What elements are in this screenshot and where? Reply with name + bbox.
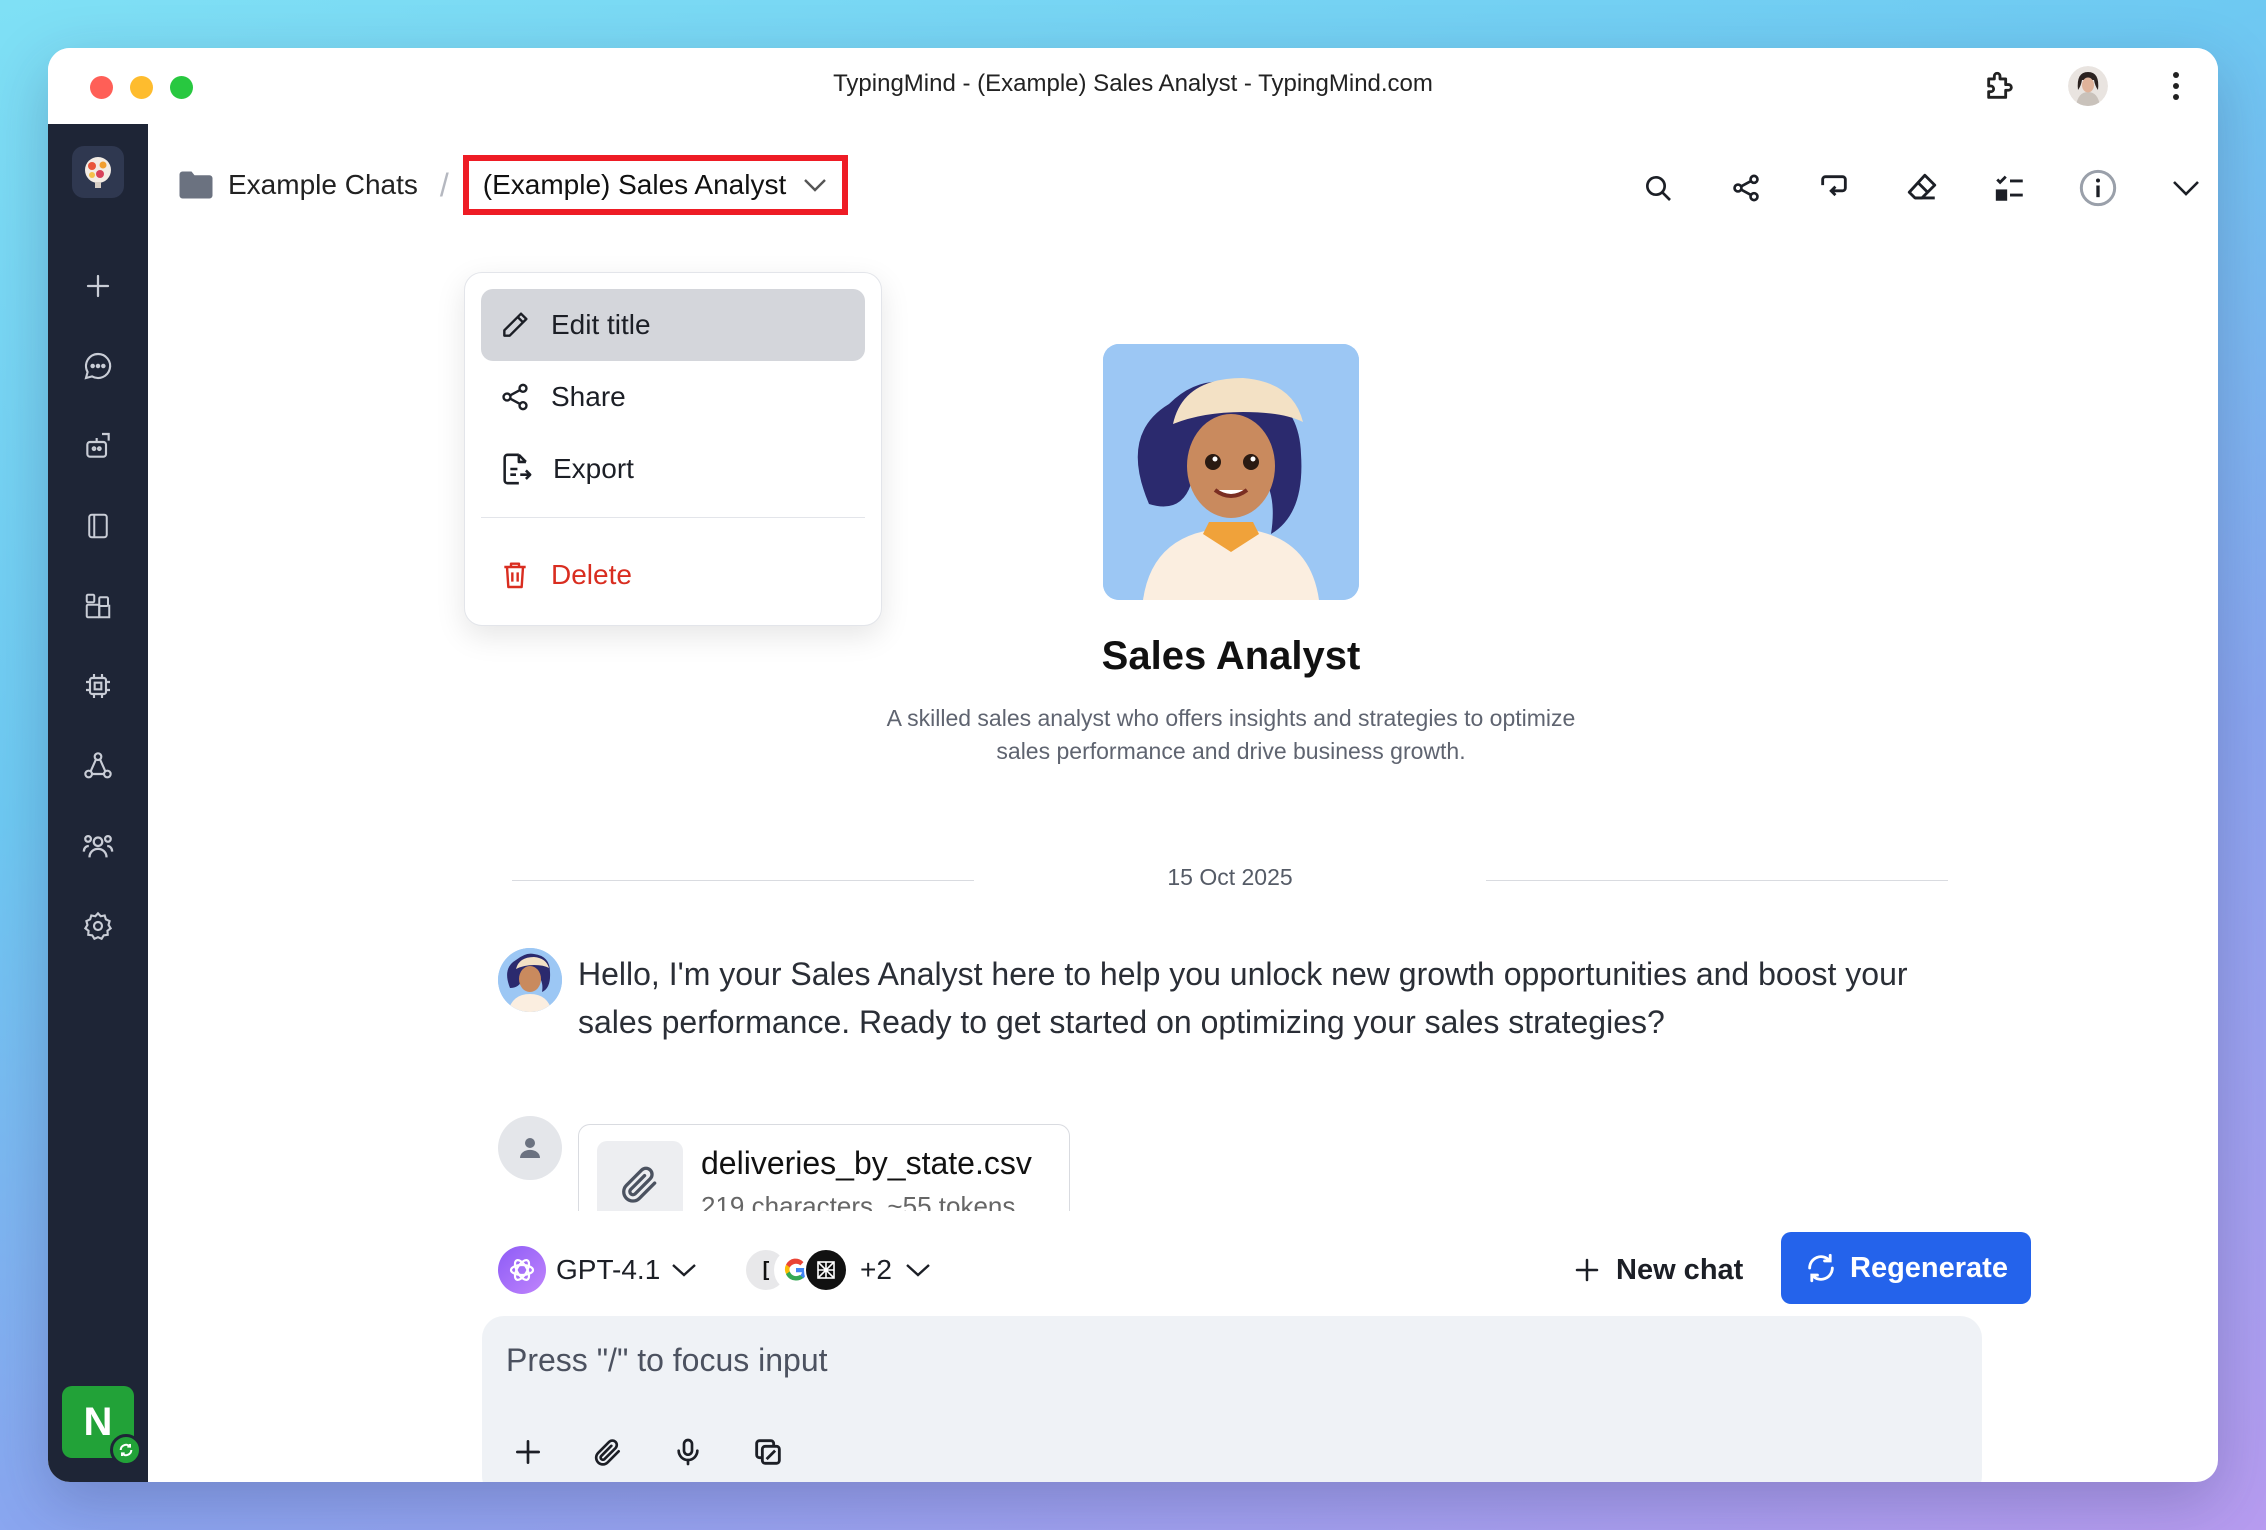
- menu-item-delete[interactable]: Delete: [481, 539, 865, 611]
- paperclip-icon: [597, 1141, 683, 1211]
- workspace-badge-letter: N: [83, 1399, 113, 1444]
- agent-description-line: A skilled sales analyst who offers insig…: [886, 705, 1576, 731]
- window-title: TypingMind - (Example) Sales Analyst - T…: [833, 70, 1433, 97]
- chat-title-label: (Example) Sales Analyst: [482, 169, 787, 200]
- app-logo[interactable]: [72, 146, 124, 198]
- divider-line: [1486, 880, 1948, 881]
- breadcrumb: Example Chats / (Example) Sales Analyst: [178, 155, 849, 215]
- prompt-library-icon[interactable]: [78, 506, 118, 546]
- chat-input-placeholder: Press "/" to focus input: [506, 1342, 828, 1378]
- breadcrumb-folder[interactable]: Example Chats: [178, 169, 418, 201]
- menu-item-share[interactable]: Share: [481, 361, 865, 433]
- search-icon[interactable]: [1634, 164, 1682, 212]
- models-chip-icon[interactable]: [78, 666, 118, 706]
- assistant-avatar: [498, 948, 562, 1012]
- new-chat-label: New chat: [1616, 1253, 1744, 1286]
- menu-item-label: Delete: [551, 559, 632, 590]
- chevron-down-icon: [906, 1264, 930, 1277]
- sidebar: N: [48, 124, 148, 1482]
- breadcrumb-separator: /: [439, 166, 449, 203]
- model-name: GPT-4.1: [556, 1254, 661, 1285]
- microphone-icon[interactable]: [664, 1428, 712, 1476]
- regenerate-button[interactable]: Regenerate: [1781, 1232, 2031, 1304]
- export-icon: [503, 453, 532, 485]
- extensions-icon[interactable]: [1980, 66, 2020, 106]
- agent-avatar-image: [1103, 344, 1359, 600]
- more-vertical-icon[interactable]: [2156, 66, 2196, 106]
- menu-item-label: Edit title: [551, 309, 651, 340]
- share-icon: [502, 383, 528, 411]
- settings-gear-icon[interactable]: [78, 906, 118, 946]
- folder-icon: [179, 171, 213, 199]
- chat-title-dropdown[interactable]: (Example) Sales Analyst: [462, 155, 849, 215]
- message-line: Hello, I'm your Sales Analyst here to he…: [578, 956, 1908, 992]
- agent-description: A skilled sales analyst who offers insig…: [848, 702, 1614, 768]
- chevron-down-icon: [804, 179, 827, 192]
- knowledge-base-icon[interactable]: [78, 746, 118, 786]
- date-label: 15 Oct 2025: [1167, 864, 1293, 890]
- plugins-selector[interactable]: [ +2: [744, 1244, 932, 1296]
- info-icon[interactable]: [2074, 164, 2122, 212]
- model-selector[interactable]: GPT-4.1: [498, 1242, 698, 1298]
- breadcrumb-folder-label: Example Chats: [228, 169, 418, 200]
- sync-icon: [110, 1434, 142, 1466]
- menu-item-label: Export: [553, 453, 634, 484]
- chat-input[interactable]: Press "/" to focus input: [482, 1316, 1982, 1482]
- checklist-icon[interactable]: [1986, 164, 2034, 212]
- user-icon: [520, 1138, 540, 1158]
- chat-title-menu: Edit title Share Export Delete: [464, 272, 882, 626]
- message-line: sales performance. Ready to get started …: [578, 1004, 1665, 1040]
- attach-paperclip-icon[interactable]: [584, 1428, 632, 1476]
- regenerate-label: Regenerate: [1850, 1251, 2008, 1284]
- collapse-chevron-down-icon[interactable]: [2162, 164, 2210, 212]
- agent-description-line: sales performance and drive business gro…: [996, 738, 1466, 764]
- plugins-icon[interactable]: [78, 586, 118, 626]
- attachment-meta: 219 characters, ~55 tokens: [701, 1191, 1016, 1211]
- prompt-library-copy-icon[interactable]: [744, 1428, 792, 1476]
- plus-icon: [1575, 1258, 1599, 1282]
- agents-icon[interactable]: [78, 426, 118, 466]
- workspace-badge[interactable]: N: [62, 1386, 142, 1466]
- attachment-name: deliveries_by_state.csv: [701, 1145, 1032, 1181]
- menu-divider: [481, 517, 865, 518]
- refresh-icon: [1808, 1253, 1834, 1283]
- user-avatar: [498, 1116, 562, 1180]
- assistant-message: Hello, I'm your Sales Analyst here to he…: [578, 950, 1978, 1046]
- chevron-down-icon: [672, 1264, 697, 1277]
- agent-name: Sales Analyst: [1101, 634, 1361, 678]
- main-area: Example Chats / (Example) Sales Analyst: [148, 124, 2218, 1482]
- menu-item-label: Share: [551, 381, 626, 412]
- share-icon[interactable]: [1722, 164, 1770, 212]
- menu-item-edit-title[interactable]: Edit title: [481, 289, 865, 361]
- plugins-more-count: +2: [860, 1254, 892, 1285]
- add-plus-icon[interactable]: [504, 1428, 552, 1476]
- openai-logo-icon: [498, 1246, 546, 1294]
- date-divider: 15 Oct 2025: [512, 864, 1948, 894]
- fork-chat-icon[interactable]: [1810, 164, 1858, 212]
- trash-icon: [504, 562, 526, 589]
- attachment-card[interactable]: deliveries_by_state.csv 219 characters, …: [578, 1124, 1070, 1211]
- app-window: TypingMind - (Example) Sales Analyst - T…: [48, 48, 2218, 1482]
- eraser-icon[interactable]: [1898, 164, 1946, 212]
- menu-item-export[interactable]: Export: [481, 433, 865, 505]
- chats-icon[interactable]: [78, 346, 118, 386]
- title-bar: TypingMind - (Example) Sales Analyst - T…: [48, 48, 2218, 124]
- new-chat-plus-icon[interactable]: [78, 266, 118, 306]
- new-chat-button[interactable]: New chat: [1572, 1242, 1743, 1298]
- pencil-icon: [503, 312, 528, 337]
- team-icon[interactable]: [78, 826, 118, 866]
- profile-avatar[interactable]: [2068, 66, 2108, 106]
- web-plugin-icon: [804, 1248, 848, 1292]
